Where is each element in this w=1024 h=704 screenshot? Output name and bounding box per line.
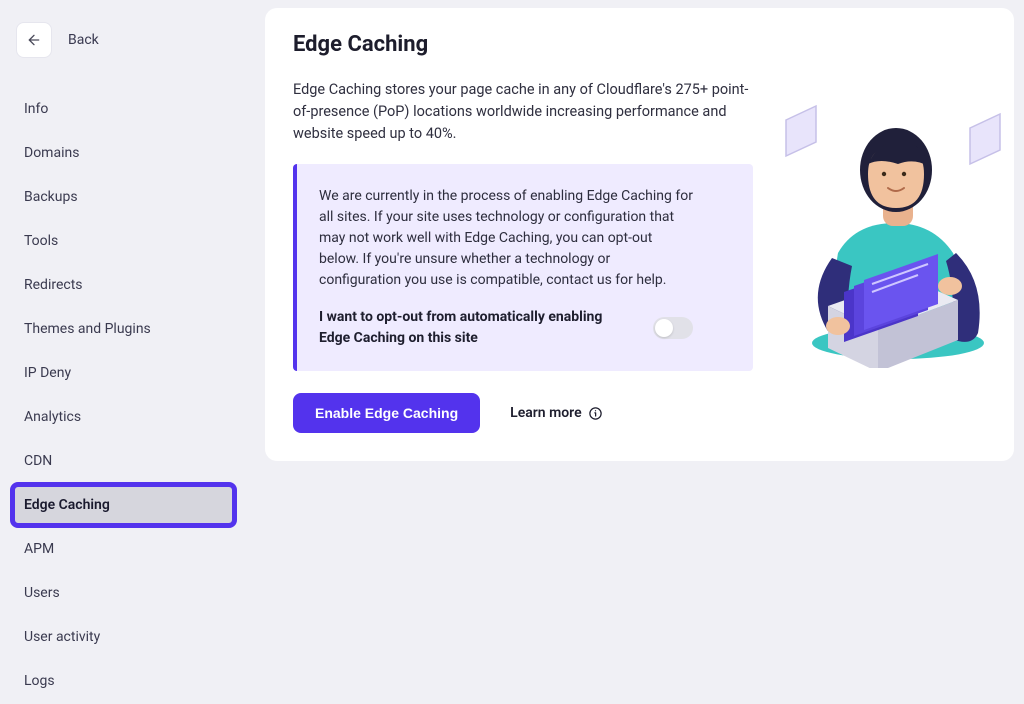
optout-label: I want to opt-out from automatically ena…: [319, 307, 637, 349]
sidebar-item-cdn[interactable]: CDN: [12, 440, 235, 482]
sidebar-item-label: Redirects: [24, 277, 83, 293]
sidebar-item-label: User activity: [24, 629, 100, 645]
sidebar-item-tools[interactable]: Tools: [12, 220, 235, 262]
notice-text: We are currently in the process of enabl…: [319, 186, 693, 291]
edge-caching-card: Edge Caching Edge Caching stores your pa…: [265, 8, 1014, 461]
optout-row: I want to opt-out from automatically ena…: [319, 307, 693, 349]
sidebar-item-users[interactable]: Users: [12, 572, 235, 614]
sidebar-item-label: Backups: [24, 189, 78, 205]
optout-toggle[interactable]: [653, 317, 693, 339]
page-title: Edge Caching: [293, 32, 986, 57]
sidebar-item-logs[interactable]: Logs: [12, 660, 235, 702]
sidebar-item-backups[interactable]: Backups: [12, 176, 235, 218]
sidebar: Back Info Domains Backups Tools Redirect…: [0, 0, 245, 704]
illustration-person-files: [768, 78, 1008, 368]
main: Edge Caching Edge Caching stores your pa…: [245, 0, 1024, 704]
sidebar-item-label: Tools: [24, 233, 58, 249]
sidebar-item-analytics[interactable]: Analytics: [12, 396, 235, 438]
notice-box: We are currently in the process of enabl…: [293, 164, 753, 371]
nav: Info Domains Backups Tools Redirects The…: [12, 88, 235, 704]
sidebar-item-edge-caching[interactable]: Edge Caching: [12, 484, 235, 526]
sidebar-item-label: Analytics: [24, 409, 81, 425]
sidebar-item-themes-and-plugins[interactable]: Themes and Plugins: [12, 308, 235, 350]
actions-row: Enable Edge Caching Learn more: [293, 393, 986, 433]
sidebar-item-label: Logs: [24, 673, 55, 689]
sidebar-item-redirects[interactable]: Redirects: [12, 264, 235, 306]
sidebar-item-ip-deny[interactable]: IP Deny: [12, 352, 235, 394]
info-circle-icon: [588, 406, 603, 421]
sidebar-item-label: IP Deny: [24, 365, 71, 381]
learn-more-link[interactable]: Learn more: [510, 405, 602, 421]
sidebar-item-label: Info: [24, 101, 48, 117]
sidebar-item-info[interactable]: Info: [12, 88, 235, 130]
back-label: Back: [68, 32, 99, 48]
sidebar-item-label: Domains: [24, 145, 79, 161]
page-description: Edge Caching stores your page cache in a…: [293, 79, 763, 144]
sidebar-item-user-activity[interactable]: User activity: [12, 616, 235, 658]
back-row: Back: [12, 22, 235, 58]
sidebar-item-apm[interactable]: APM: [12, 528, 235, 570]
arrow-left-icon: [26, 32, 42, 48]
sidebar-item-label: Edge Caching: [24, 497, 110, 513]
sidebar-item-label: Users: [24, 585, 60, 601]
sidebar-item-label: CDN: [24, 453, 52, 469]
sidebar-item-label: APM: [24, 541, 54, 557]
learn-more-label: Learn more: [510, 405, 581, 421]
sidebar-item-label: Themes and Plugins: [24, 321, 151, 337]
back-button[interactable]: [16, 22, 52, 58]
toggle-knob: [655, 319, 673, 337]
enable-edge-caching-button[interactable]: Enable Edge Caching: [293, 393, 480, 433]
sidebar-item-domains[interactable]: Domains: [12, 132, 235, 174]
